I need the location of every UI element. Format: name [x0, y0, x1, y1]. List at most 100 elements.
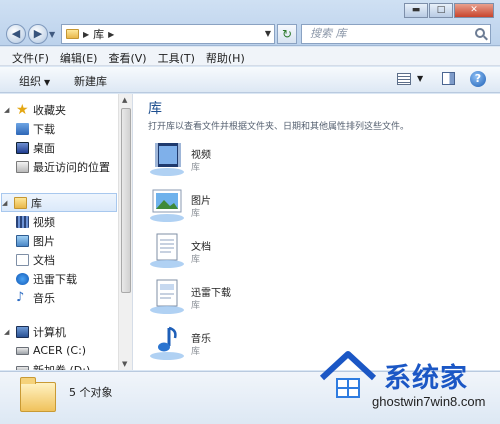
nav-favorites-label: 收藏夹 — [33, 103, 66, 117]
library-type: 库 — [191, 347, 201, 357]
library-description: 打开库以查看文件并根据文件夹、日期和其他属性排列这些文件。 — [148, 122, 410, 132]
organize-dropdown-icon: ▼ — [44, 78, 51, 87]
address-dropdown-icon[interactable]: ▼ — [265, 29, 271, 38]
nav-item-label: 最近访问的位置 — [33, 160, 110, 174]
nav-item-music[interactable]: ♪ 音乐 — [16, 288, 118, 307]
recent-pages-dropdown-icon[interactable]: ▼ — [49, 30, 55, 39]
organize-button[interactable]: 组织 ▼ — [19, 73, 50, 89]
nav-item-recent-places[interactable]: 最近访问的位置 — [16, 157, 118, 176]
library-type: 库 — [191, 255, 201, 265]
collapse-arrow-icon[interactable]: ◢ — [4, 106, 12, 114]
minimize-button[interactable]: ▬ — [404, 3, 428, 18]
breadcrumb-separator-icon[interactable]: ▶ — [108, 30, 114, 39]
search-input[interactable]: 搜索 库 — [301, 24, 491, 44]
library-item-videos[interactable]: 视频 库 — [147, 140, 347, 182]
library-item-thunder-downloads[interactable]: 迅雷下载 库 — [147, 278, 347, 320]
nav-computer[interactable]: ◢ 计算机 — [4, 322, 118, 341]
change-view-icon[interactable] — [397, 73, 411, 85]
nav-item-videos[interactable]: 视频 — [16, 212, 118, 231]
nav-item-label: 视频 — [33, 215, 55, 229]
watermark-logo-icon — [319, 351, 377, 398]
command-bar: 组织 ▼ 新建库 ▼ ? — [0, 67, 500, 93]
organize-label: 组织 — [19, 75, 41, 88]
navigation-pane: ◢ ★ 收藏夹 下载 桌面 最近访问的位置 ◢ 库 视频 图片 文档 迅雷下载 … — [0, 94, 118, 370]
video-library-icon — [16, 215, 29, 228]
nav-item-drive-c[interactable]: ACER (C:) — [16, 341, 118, 360]
collapse-arrow-icon[interactable]: ◢ — [4, 328, 12, 336]
library-item-documents[interactable]: 文档 库 — [147, 232, 347, 274]
video-library-icon — [150, 143, 184, 176]
download-folder-icon — [16, 122, 29, 135]
library-name: 图片 — [191, 196, 211, 207]
document-library-icon — [16, 253, 29, 266]
breadcrumb-separator-icon[interactable]: ▶ — [83, 30, 89, 39]
back-button[interactable]: ◀ — [6, 24, 26, 44]
navigation-scrollbar[interactable]: ▲ ▼ — [118, 94, 132, 370]
new-library-button[interactable]: 新建库 — [74, 73, 107, 89]
menu-view[interactable]: 查看(V) — [104, 47, 153, 65]
library-name: 迅雷下载 — [191, 288, 231, 299]
document-library-icon — [150, 233, 184, 268]
search-icon[interactable] — [475, 28, 485, 38]
picture-library-icon — [150, 189, 184, 222]
nav-item-pictures[interactable]: 图片 — [16, 231, 118, 250]
item-count: 5 个对象 — [69, 386, 113, 399]
address-bar[interactable]: ▶ 库 ▶ ▼ — [61, 24, 275, 44]
window-controls: ▬ □ ✕ — [404, 3, 494, 18]
collapse-arrow-icon[interactable]: ◢ — [2, 199, 10, 207]
nav-item-downloads[interactable]: 下载 — [16, 119, 118, 138]
scroll-down-icon[interactable]: ▼ — [122, 360, 127, 368]
nav-item-thunder-downloads[interactable]: 迅雷下载 — [16, 269, 118, 288]
menu-help[interactable]: 帮助(H) — [202, 47, 252, 65]
preview-pane-icon[interactable] — [442, 72, 455, 85]
nav-item-desktop[interactable]: 桌面 — [16, 138, 118, 157]
library-type: 库 — [191, 301, 201, 311]
help-icon[interactable]: ? — [470, 71, 486, 87]
hard-drive-icon — [16, 346, 29, 355]
view-options-dropdown-icon[interactable]: ▼ — [417, 74, 423, 83]
nav-libraries-label: 库 — [31, 196, 42, 210]
library-type: 库 — [191, 209, 201, 219]
menu-file[interactable]: 文件(F) — [8, 47, 56, 65]
forward-button[interactable]: ▶ — [28, 24, 48, 44]
library-item-pictures[interactable]: 图片 库 — [147, 186, 347, 228]
watermark-url: ghostwin7win8.com — [372, 394, 486, 409]
desktop-icon — [16, 141, 29, 154]
close-button[interactable]: ✕ — [454, 3, 494, 18]
menu-edit[interactable]: 编辑(E) — [56, 47, 105, 65]
scroll-up-icon[interactable]: ▲ — [122, 96, 127, 104]
library-type: 库 — [191, 163, 201, 173]
star-icon: ★ — [16, 101, 29, 118]
library-folder-icon — [14, 196, 27, 209]
thunder-library-icon — [16, 272, 29, 285]
computer-icon — [16, 325, 29, 338]
breadcrumb-library[interactable]: 库 — [93, 26, 104, 42]
nav-item-label: 下载 — [33, 122, 55, 136]
maximize-button[interactable]: □ — [429, 3, 453, 18]
scrollbar-thumb[interactable] — [121, 108, 131, 293]
nav-item-label: 迅雷下载 — [33, 272, 77, 286]
library-name: 文档 — [191, 242, 211, 253]
recent-places-icon — [16, 160, 29, 173]
thunder-library-icon — [150, 279, 184, 314]
music-note-icon: ♪ — [16, 289, 25, 305]
nav-computer-label: 计算机 — [33, 325, 66, 339]
watermark-brand: 系统家 — [384, 363, 468, 394]
nav-item-label: 新加卷 (D:) — [33, 363, 91, 371]
nav-favorites[interactable]: ◢ ★ 收藏夹 — [4, 100, 118, 119]
page-title: 库 — [148, 101, 162, 117]
music-library-icon — [150, 326, 184, 360]
nav-item-documents[interactable]: 文档 — [16, 250, 118, 269]
nav-item-label: 桌面 — [33, 141, 55, 155]
menu-tools[interactable]: 工具(T) — [154, 47, 202, 65]
library-folder-icon — [66, 29, 79, 39]
nav-item-label: 文档 — [33, 253, 55, 267]
nav-item-label: 音乐 — [33, 291, 55, 305]
library-name: 音乐 — [191, 334, 211, 345]
nav-item-label: 图片 — [33, 234, 55, 248]
nav-item-drive-d[interactable]: 新加卷 (D:) — [16, 360, 118, 370]
library-item-music[interactable]: 音乐 库 — [147, 324, 347, 366]
refresh-button[interactable]: ↻ — [277, 24, 297, 44]
nav-libraries[interactable]: ◢ 库 — [1, 193, 117, 212]
library-folder-icon — [20, 377, 56, 412]
